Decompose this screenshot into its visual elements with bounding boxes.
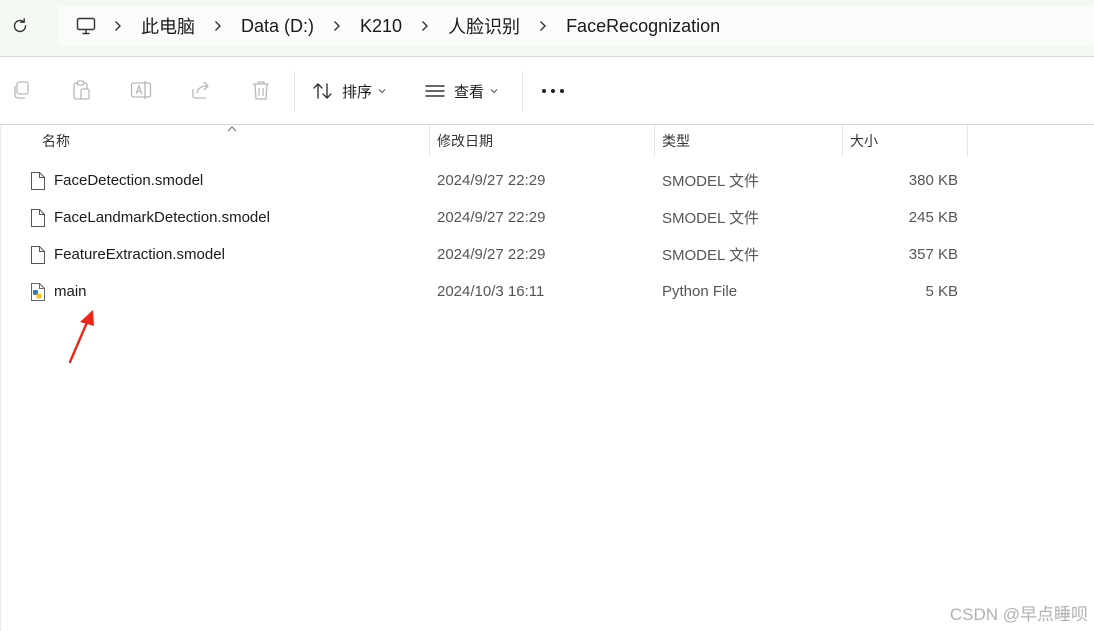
column-header-name[interactable]: 名称 [42,125,70,157]
file-icon [30,208,48,228]
file-date: 2024/9/27 22:29 [437,172,546,189]
sort-button[interactable]: 排序 [312,77,386,105]
refresh-button[interactable] [6,12,34,40]
chevron-down-icon [378,89,386,94]
file-size: 380 KB [908,172,958,189]
file-icon [30,171,48,191]
file-name: FaceLandmarkDetection.smodel [54,209,270,226]
file-explorer-window: 此电脑 Data (D:) K210 人脸识别 FaceRecognizatio… [0,0,1094,631]
file-name-cell: FaceLandmarkDetection.smodel [30,199,270,236]
file-row[interactable]: FeatureExtraction.smodel 2024/9/27 22:29… [0,236,1094,273]
file-size: 357 KB [908,246,958,263]
file-row[interactable]: FaceDetection.smodel 2024/9/27 22:29 SMO… [0,162,1094,199]
file-type: SMODEL 文件 [662,173,759,190]
command-bar: 排序 查看 [0,57,1094,125]
breadcrumb-k210[interactable]: K210 [356,16,406,37]
file-row[interactable]: main 2024/10/3 16:11 Python File 5 KB [0,273,1094,310]
rename-icon [130,81,152,99]
delete-button[interactable] [248,77,274,103]
copy-button[interactable] [8,77,34,103]
clipboard-icon [73,80,90,100]
breadcrumb-chevron[interactable] [199,14,237,38]
chevron-right-icon [334,21,341,31]
refresh-icon [13,18,27,33]
sort-ascending-icon [227,126,237,132]
column-divider[interactable] [429,125,430,157]
toolbar-divider [522,71,523,111]
more-dots-icon [542,89,564,93]
toolbar-divider [294,71,295,111]
file-size: 5 KB [925,283,958,300]
share-icon [192,81,209,99]
sort-label: 排序 [342,83,373,101]
file-type: SMODEL 文件 [662,210,759,227]
sort-arrows-icon [313,83,332,99]
breadcrumb-chevron[interactable] [318,14,356,38]
view-list-icon [425,85,445,97]
annotation-arrow-icon [68,310,94,364]
python-file-icon [30,282,48,302]
file-name-cell: main [30,273,87,310]
file-name: FaceDetection.smodel [54,172,204,189]
breadcrumb-drive[interactable]: Data (D:) [237,16,318,37]
column-header-type[interactable]: 类型 [662,125,690,157]
breadcrumb-this-pc[interactable]: 此电脑 [137,13,199,39]
trash-icon [253,81,269,100]
this-pc-crumb[interactable] [73,14,99,38]
file-name-cell: FaceDetection.smodel [30,162,203,199]
column-divider[interactable] [967,125,968,157]
file-list-header: 名称 修改日期 类型 大小 [0,125,1094,157]
column-divider[interactable] [654,125,655,157]
file-size: 245 KB [908,209,958,226]
column-divider[interactable] [842,125,843,157]
column-header-date[interactable]: 修改日期 [437,125,493,157]
file-name: main [54,283,87,300]
file-row[interactable]: FaceLandmarkDetection.smodel 2024/9/27 2… [0,199,1094,236]
paste-button[interactable] [68,77,94,103]
chevron-right-icon [215,21,221,31]
rename-button[interactable] [128,77,154,103]
breadcrumb-chevron[interactable] [99,14,137,38]
more-options-button[interactable] [538,79,568,103]
file-date: 2024/9/27 22:29 [437,246,546,263]
file-date: 2024/10/3 16:11 [437,283,545,300]
view-button[interactable]: 查看 [424,77,498,105]
file-name-cell: FeatureExtraction.smodel [30,236,225,273]
chevron-right-icon [115,21,121,31]
copy-icon [14,81,29,99]
breadcrumb-chevron[interactable] [524,14,562,38]
chevron-right-icon [422,21,429,31]
monitor-icon [76,17,96,35]
breadcrumb-current-folder[interactable]: FaceRecognization [562,16,724,37]
address-bar-row: 此电脑 Data (D:) K210 人脸识别 FaceRecognizatio… [0,0,1094,57]
view-label: 查看 [454,83,485,101]
share-button[interactable] [188,77,214,103]
breadcrumb-face-recognition[interactable]: 人脸识别 [444,13,524,39]
file-name: FeatureExtraction.smodel [54,246,225,263]
file-type: SMODEL 文件 [662,247,759,264]
breadcrumb-chevron[interactable] [406,14,444,38]
file-list: FaceDetection.smodel 2024/9/27 22:29 SMO… [0,162,1094,310]
chevron-right-icon [540,21,547,31]
chevron-down-icon [490,89,498,94]
column-header-size[interactable]: 大小 [850,125,878,157]
file-type: Python File [662,283,738,300]
file-date: 2024/9/27 22:29 [437,209,546,226]
address-box[interactable]: 此电脑 Data (D:) K210 人脸识别 FaceRecognizatio… [57,6,1094,46]
watermark-text: CSDN @早点睡呗 [949,605,1088,624]
file-icon [30,245,48,265]
